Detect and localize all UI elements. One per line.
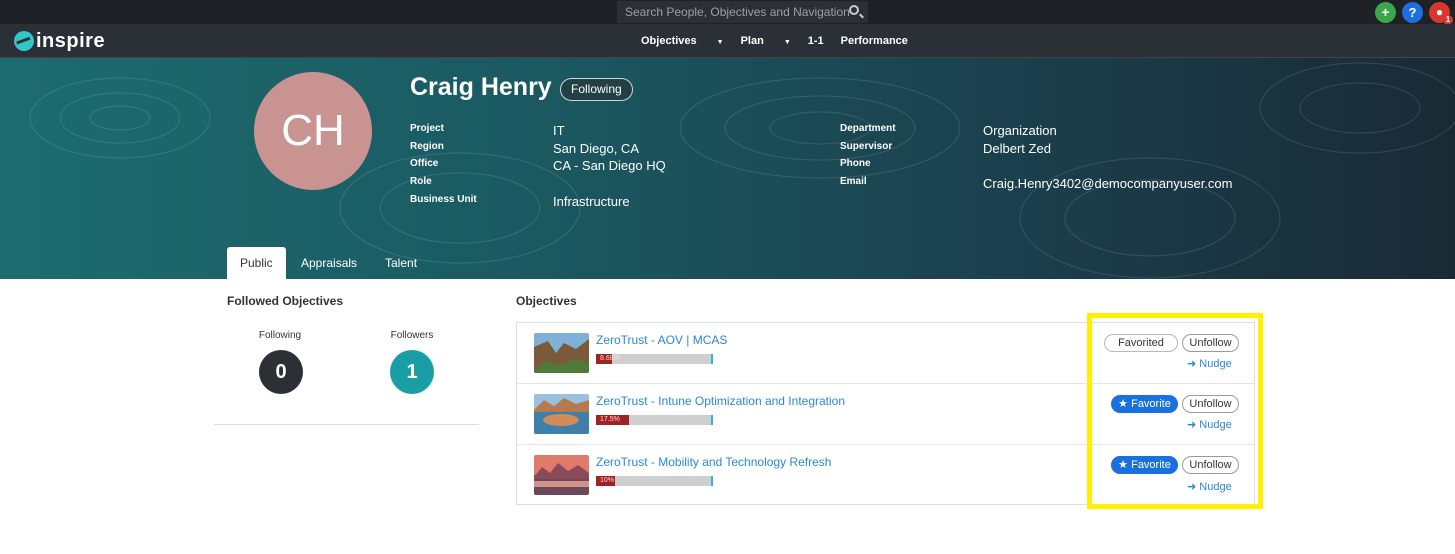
objective-progress-bar: 8.68%	[596, 354, 713, 364]
tab-talent[interactable]: Talent	[372, 247, 430, 279]
nav-plan-label: Plan	[740, 35, 764, 47]
objective-link[interactable]: ZeroTrust - AOV | MCAS	[596, 333, 727, 347]
following-status-button[interactable]: Following	[560, 78, 633, 101]
inspire-logo[interactable]: inspire	[14, 28, 105, 54]
project-label: Project	[410, 123, 444, 134]
followed-objectives-title: Followed Objectives	[227, 294, 344, 308]
project-value: IT	[553, 123, 565, 138]
logo-mark-icon	[14, 31, 34, 51]
following-label: Following	[258, 330, 302, 341]
topographic-pattern	[29, 62, 1455, 279]
nav-objectives-label: Objectives	[641, 35, 697, 47]
department-label: Department	[840, 123, 896, 134]
objective-link[interactable]: ZeroTrust - Intune Optimization and Inte…	[596, 394, 845, 408]
section-divider	[214, 424, 479, 425]
objective-progress-bar: 17.5%	[596, 415, 713, 425]
progress-text: 10%	[600, 477, 615, 484]
phone-label: Phone	[840, 158, 871, 169]
progress-target-marker	[711, 415, 713, 425]
business-unit-label: Business Unit	[410, 194, 477, 205]
region-label: Region	[410, 141, 444, 152]
supervisor-label: Supervisor	[840, 141, 893, 152]
supervisor-value: Delbert Zed	[983, 141, 1051, 156]
nav-performance[interactable]: Performance	[841, 35, 908, 47]
tab-public[interactable]: Public	[227, 247, 286, 279]
progress-text: 17.5%	[600, 416, 620, 423]
search-icon[interactable]	[849, 5, 859, 15]
progress-target-marker	[711, 476, 713, 486]
objective-thumbnail-canyon	[534, 333, 589, 373]
progress-text: 8.68%	[600, 355, 620, 362]
add-icon[interactable]: +	[1375, 2, 1396, 23]
following-count[interactable]: 0	[259, 350, 303, 394]
office-value: CA - San Diego HQ	[553, 158, 666, 173]
region-value: San Diego, CA	[553, 141, 639, 156]
tab-appraisals[interactable]: Appraisals	[288, 247, 370, 279]
objective-thumbnail-sunset	[534, 455, 589, 495]
progress-target-marker	[711, 354, 713, 364]
profile-banner	[0, 58, 1455, 279]
email-label: Email	[840, 176, 867, 187]
nav-plan[interactable]: Plan ▼	[741, 35, 791, 47]
objective-link[interactable]: ZeroTrust - Mobility and Technology Refr…	[596, 455, 831, 469]
followers-label: Followers	[390, 330, 434, 341]
nav-links: Objectives ▼ Plan ▼ 1-1 Performance	[641, 24, 925, 58]
business-unit-value: Infrastructure	[553, 194, 630, 209]
profile-name: Craig Henry	[410, 73, 552, 101]
avatar: CH	[254, 72, 372, 190]
nav-one-on-one[interactable]: 1-1	[808, 35, 824, 47]
office-label: Office	[410, 158, 439, 169]
logo-text: inspire	[36, 29, 106, 52]
objective-thumbnail-lake	[534, 394, 589, 434]
chevron-down-icon: ▼	[716, 39, 724, 46]
notification-bell-icon[interactable]: ● 1	[1429, 2, 1453, 25]
help-icon[interactable]: ?	[1402, 2, 1423, 23]
highlight-box	[1087, 313, 1263, 509]
email-value[interactable]: Craig.Henry3402@democompanyuser.com	[983, 176, 1232, 191]
followers-count[interactable]: 1	[390, 350, 434, 394]
objective-progress-bar: 10%	[596, 476, 713, 486]
objectives-title: Objectives	[516, 294, 577, 308]
global-search-input[interactable]: Search People, Objectives and Navigation	[617, 1, 868, 23]
chevron-down-icon: ▼	[783, 39, 791, 46]
main-nav: inspire Objectives ▼ Plan ▼ 1-1 Performanc…	[0, 24, 1455, 58]
search-placeholder: Search People, Objectives and Navigation	[625, 5, 850, 19]
top-bar: Search People, Objectives and Navigation…	[0, 0, 1455, 25]
nav-objectives[interactable]: Objectives ▼	[641, 35, 724, 47]
role-label: Role	[410, 176, 432, 187]
department-value: Organization	[983, 123, 1057, 138]
